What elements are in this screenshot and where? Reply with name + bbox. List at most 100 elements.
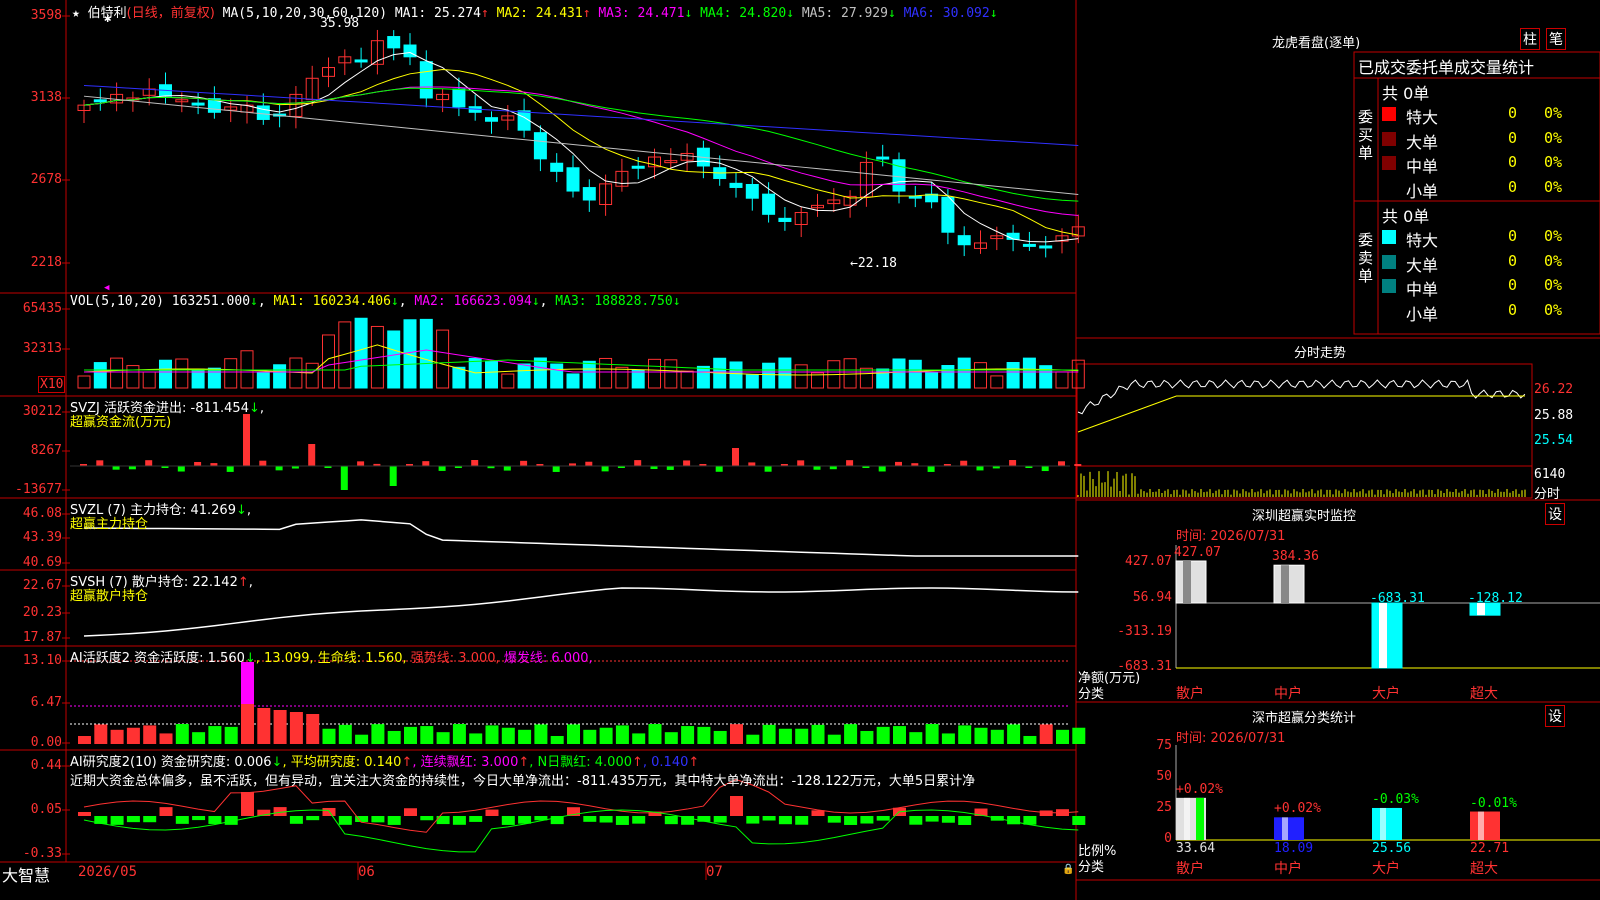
lhb-row-pct: 0%	[1544, 227, 1563, 245]
period-label[interactable]: (日线，前复权)	[127, 6, 215, 21]
ai1-bar	[469, 733, 483, 744]
lhb-buy-total: 共 0单	[1382, 84, 1430, 103]
ai1-bar	[371, 724, 385, 744]
ai2-bar	[844, 816, 858, 825]
ai2-bar	[306, 816, 320, 821]
favorite-star-icon[interactable]: ★	[72, 6, 80, 21]
lhb-buy-swatch	[1382, 156, 1396, 170]
vol-bar	[517, 363, 531, 389]
vol-bar	[1022, 357, 1036, 389]
lock-icon[interactable]: 🔒	[1062, 864, 1074, 875]
scroll-left-icon[interactable]: ◀	[104, 283, 109, 293]
date-label: 07	[706, 864, 723, 880]
candle-body	[745, 184, 759, 199]
svzj-bar	[1041, 466, 1049, 472]
stats-change-label: -0.01%	[1470, 795, 1517, 811]
lhb-row-name: 大单	[1406, 255, 1439, 275]
monitor-cat-label: 中户	[1274, 686, 1302, 702]
svzj-bar	[878, 466, 886, 472]
ai1-bar	[110, 729, 124, 744]
stats-y-label: 50	[1156, 769, 1172, 784]
stats-cat-label: 散户	[1176, 861, 1204, 877]
lhb-row-pct: 0%	[1544, 153, 1563, 171]
vol-bar	[207, 367, 221, 389]
ai1-y-label: 0.00	[30, 735, 62, 750]
ai1-bar	[143, 725, 157, 744]
ai1-bar	[192, 732, 206, 744]
candle-body	[631, 165, 645, 169]
ai2-bar	[632, 816, 646, 824]
intraday-vol-label: 6140	[1534, 467, 1566, 482]
svzj-y-label: 8267	[30, 443, 62, 458]
ai2-bar	[746, 816, 760, 824]
ai1-bar	[958, 725, 972, 744]
ai1-p4: 爆发线: 6.000,	[503, 651, 593, 666]
stats-y-label: 25	[1156, 800, 1172, 815]
vol-bar	[273, 364, 287, 389]
lhb-row-pct: 0%	[1544, 251, 1563, 270]
ma-value-6: MA6: 30.092	[903, 6, 990, 21]
monitor-xlabel: 分类	[1078, 687, 1105, 702]
svzj-bar	[471, 460, 479, 466]
ai1-bar	[615, 725, 629, 744]
vol-bar	[762, 362, 776, 389]
svzj-bar	[764, 466, 772, 472]
svzj-bar	[1074, 464, 1082, 466]
ai2-bar	[518, 816, 532, 824]
svzj-y-label: -13677	[15, 482, 62, 497]
ai2-bar	[143, 816, 157, 823]
ai2-bar	[1039, 810, 1053, 816]
lhb-row-value: 0	[1508, 251, 1518, 270]
ai1-bar	[974, 727, 988, 744]
lhb-header: 已成交委托单成交量统计	[1358, 58, 1535, 77]
ai2-p5-dir: ↑	[688, 755, 700, 770]
monitor-bar-label: -683.31	[1370, 591, 1425, 606]
svzj-bar	[1009, 460, 1017, 466]
ai1-bar	[1056, 729, 1069, 744]
stats-title: 深市超赢分类统计	[1252, 711, 1357, 726]
lhb-bar-button[interactable]: 柱	[1520, 28, 1540, 50]
vol-bar	[452, 366, 466, 389]
stats-bar-shade	[1294, 817, 1302, 840]
ai2-header: AI研究度2(10) 资金研究度: 0.006↓, 平均研究度: 0.140↑,…	[70, 751, 699, 770]
lhb-tick-button[interactable]: 笔	[1546, 28, 1566, 50]
svzj-bar	[112, 466, 120, 470]
ai1-bar	[909, 732, 923, 744]
svzl-dir: ↓	[235, 503, 247, 518]
svsh-y-label: 17.87	[22, 630, 62, 645]
ai2-bar	[599, 816, 613, 823]
vol-bar	[892, 358, 906, 389]
lhb-row-value: 0	[1508, 300, 1518, 319]
ai1-bar	[436, 732, 450, 744]
ma-value-4: MA4: 24.820	[700, 6, 787, 21]
vol-bar	[256, 372, 270, 389]
vol-ma3-dir: ↓	[672, 294, 681, 309]
monitor-settings-button[interactable]: 设	[1545, 503, 1565, 525]
lhb-buy-swatch	[1382, 180, 1396, 195]
svzj-bar	[422, 461, 430, 466]
lhb-sell-swatch	[1382, 230, 1396, 244]
svzj-bar	[96, 460, 104, 466]
svzj-bar	[1058, 461, 1065, 466]
vol-bar	[566, 373, 580, 389]
svzl-y-label: 43.39	[22, 530, 62, 545]
ai2-bar	[713, 816, 727, 823]
ai2-p2: , 平均研究度: 0.140	[282, 755, 402, 770]
monitor-bar-label: 384.36	[1272, 549, 1319, 565]
ai1-bar	[648, 724, 662, 744]
candle-body	[387, 36, 401, 49]
ai1-bar	[1072, 727, 1086, 744]
ai1-p1-dir: ↓	[244, 651, 256, 666]
ai1-bar	[778, 728, 792, 744]
ai1-bar	[1007, 724, 1021, 744]
lhb-row-name: 大单	[1406, 132, 1439, 152]
ai1-bar	[289, 712, 303, 744]
stats-settings-button[interactable]: 设	[1545, 705, 1565, 727]
vol-label: VOL(5,10,20)	[70, 294, 164, 309]
lhb-title: 龙虎看盘(逐单)	[1272, 36, 1361, 51]
ai2-comment: 近期大资金总体偏多，虽不活跃，但有异动，宜关注大资金的持续性，今日大单净流出：-…	[70, 774, 976, 789]
lhb-row-name: 中单	[1406, 157, 1439, 176]
ai1-bar	[583, 729, 597, 744]
ai2-bar	[909, 816, 923, 825]
stats-change-label: +0.02%	[1274, 801, 1321, 817]
